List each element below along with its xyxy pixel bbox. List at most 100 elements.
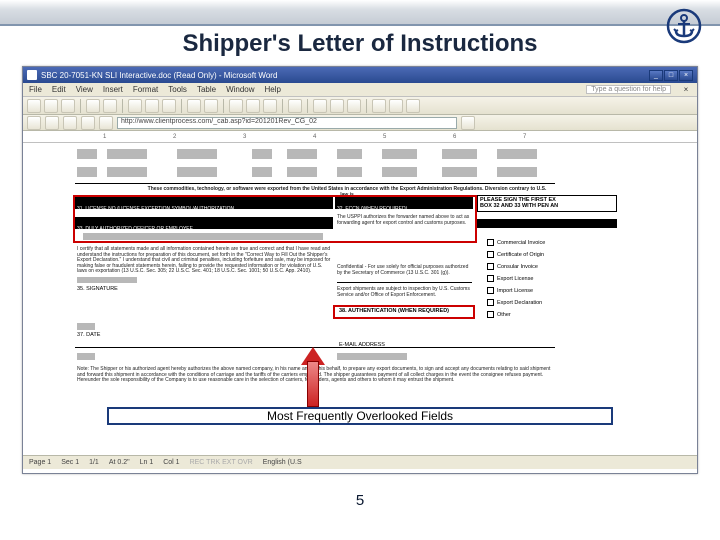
back-icon[interactable] xyxy=(27,116,41,130)
zoom-icon[interactable] xyxy=(288,99,302,113)
menu-table[interactable]: Table xyxy=(197,85,216,94)
new-icon[interactable] xyxy=(27,99,41,113)
field-block xyxy=(287,167,317,177)
save-icon[interactable] xyxy=(61,99,75,113)
forward-icon[interactable] xyxy=(45,116,59,130)
field-block xyxy=(382,149,417,159)
confidential-text: Confidential - For use solely for offici… xyxy=(337,265,472,276)
menu-view[interactable]: View xyxy=(76,85,93,94)
status-ln: Ln 1 xyxy=(140,459,154,466)
menu-format[interactable]: Format xyxy=(133,85,158,94)
field-35-label: 35. SIGNATURE xyxy=(77,287,118,293)
field-block xyxy=(442,167,477,177)
msword-window: SBC 20-7051-KN SLI Interactive.doc (Read… xyxy=(22,66,698,474)
field-block xyxy=(497,167,537,177)
standard-toolbar[interactable] xyxy=(23,97,697,115)
field-37-label: 37. DATE xyxy=(77,333,100,339)
field-block xyxy=(77,353,95,360)
close-button[interactable]: × xyxy=(679,70,693,81)
field-block xyxy=(252,167,272,177)
cb-export-license[interactable]: Export License xyxy=(487,275,533,282)
undo-icon[interactable] xyxy=(187,99,201,113)
slide-page-number: 5 xyxy=(0,474,720,509)
open-icon[interactable] xyxy=(44,99,58,113)
ruler: 1 2 3 4 5 6 7 xyxy=(23,131,697,143)
field-block xyxy=(177,149,217,159)
highlight-box-top xyxy=(73,195,477,243)
menu-window[interactable]: Window xyxy=(226,85,254,94)
field-block xyxy=(337,167,362,177)
field-block xyxy=(442,149,477,159)
document-area: These commodities, technology, or softwa… xyxy=(23,143,697,455)
menu-insert[interactable]: Insert xyxy=(103,85,123,94)
legal-certify: I certify that all statements made and a… xyxy=(77,247,332,275)
align-center-icon[interactable] xyxy=(389,99,403,113)
doc-close-button[interactable]: × xyxy=(681,85,691,94)
cb-consular-invoice[interactable]: Consular Invoice xyxy=(487,263,538,270)
cb-cert-origin[interactable]: Certificate of Origin xyxy=(487,251,544,258)
menu-tools[interactable]: Tools xyxy=(168,85,187,94)
overlooked-banner: Most Frequently Overlooked Fields xyxy=(107,407,613,425)
field-34-header: 34. ATTACHED DOCUMENTS xyxy=(477,219,617,228)
slide-title: Shipper's Letter of Instructions xyxy=(0,26,720,66)
word-icon xyxy=(27,70,37,80)
refresh-icon[interactable] xyxy=(81,116,95,130)
field-block xyxy=(337,353,407,360)
status-pages: 1/1 xyxy=(89,459,99,466)
titlebar-text: SBC 20-7051-KN SLI Interactive.doc (Read… xyxy=(41,71,277,80)
status-lang: English (U.S xyxy=(263,459,302,466)
field-block xyxy=(252,149,272,159)
cb-export-declaration[interactable]: Export Declaration xyxy=(487,299,542,306)
underline-icon[interactable] xyxy=(347,99,361,113)
paste-icon[interactable] xyxy=(162,99,176,113)
address-field[interactable]: http://www.clientprocess.com/_cab.asp?id… xyxy=(117,117,457,129)
window-controls[interactable]: _ □ × xyxy=(649,70,693,81)
cut-icon[interactable] xyxy=(128,99,142,113)
status-sec: Sec 1 xyxy=(61,459,79,466)
field-block xyxy=(77,149,97,159)
cb-commercial-invoice[interactable]: Commercial Invoice xyxy=(487,239,545,246)
menu-help[interactable]: Help xyxy=(265,85,281,94)
field-38-label: 38. AUTHENTICATION (WHEN REQUIRED) xyxy=(339,309,449,315)
field-block xyxy=(382,167,417,177)
field-block xyxy=(107,149,147,159)
field-block xyxy=(177,167,217,177)
redo-icon[interactable] xyxy=(204,99,218,113)
statusbar: Page 1 Sec 1 1/1 At 0.2" Ln 1 Col 1 REC … xyxy=(23,455,697,469)
columns-icon[interactable] xyxy=(246,99,260,113)
cb-import-license[interactable]: Import License xyxy=(487,287,533,294)
menubar[interactable]: File Edit View Insert Format Tools Table… xyxy=(23,83,697,97)
align-left-icon[interactable] xyxy=(372,99,386,113)
home-icon[interactable] xyxy=(99,116,113,130)
cb-other[interactable]: Other xyxy=(487,311,511,318)
anchor-icon xyxy=(666,8,702,44)
copy-icon[interactable] xyxy=(145,99,159,113)
field-block xyxy=(337,149,362,159)
table-icon[interactable] xyxy=(229,99,243,113)
email-label: E-MAIL ADDRESS xyxy=(339,343,385,349)
titlebar: SBC 20-7051-KN SLI Interactive.doc (Read… xyxy=(23,67,697,83)
field-block xyxy=(77,277,137,283)
stop-icon[interactable] xyxy=(63,116,77,130)
field-block xyxy=(77,323,95,330)
help-search[interactable]: Type a question for help xyxy=(586,85,671,94)
status-at: At 0.2" xyxy=(109,459,130,466)
go-icon[interactable] xyxy=(461,116,475,130)
form-page: These commodities, technology, or softwa… xyxy=(47,147,673,447)
menu-edit[interactable]: Edit xyxy=(52,85,66,94)
drawing-icon[interactable] xyxy=(263,99,277,113)
minimize-button[interactable]: _ xyxy=(649,70,663,81)
italic-icon[interactable] xyxy=(330,99,344,113)
bold-icon[interactable] xyxy=(313,99,327,113)
field-block xyxy=(77,167,97,177)
web-toolbar[interactable]: http://www.clientprocess.com/_cab.asp?id… xyxy=(23,115,697,131)
menu-file[interactable]: File xyxy=(29,85,42,94)
field-block xyxy=(497,149,537,159)
align-right-icon[interactable] xyxy=(406,99,420,113)
status-page: Page 1 xyxy=(29,459,51,466)
maximize-button[interactable]: □ xyxy=(664,70,678,81)
print-icon[interactable] xyxy=(86,99,100,113)
status-col: Col 1 xyxy=(163,459,179,466)
preview-icon[interactable] xyxy=(103,99,117,113)
slide-topbar xyxy=(0,0,720,26)
